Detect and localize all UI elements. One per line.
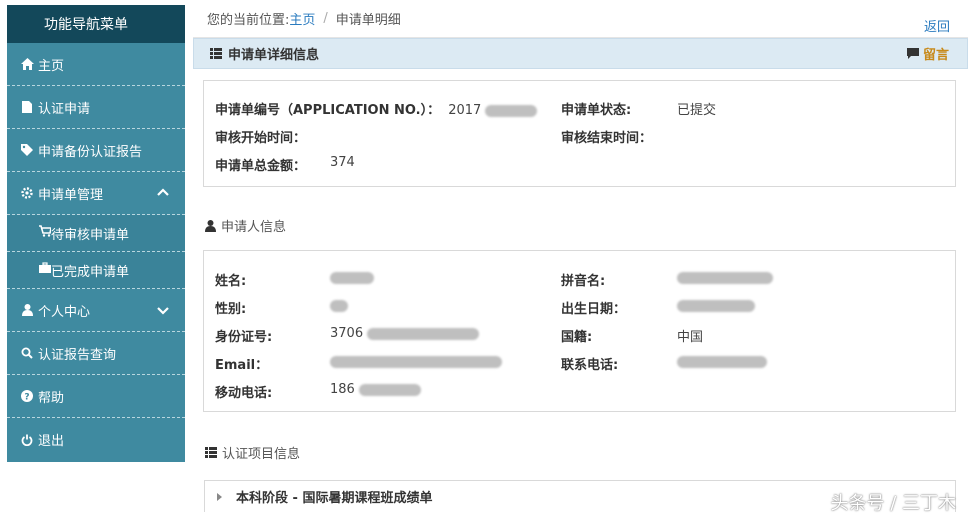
- nav-item-application-manage-label: 申请单管理: [38, 187, 104, 203]
- comment-icon: [906, 48, 919, 59]
- details-title: 申请单详细信息: [228, 48, 320, 63]
- cart-icon: [39, 225, 52, 241]
- nav-item-logout[interactable]: 退出: [7, 418, 185, 461]
- search-icon: [20, 346, 34, 360]
- message-label: 留言: [922, 48, 949, 63]
- pinyin-value-redacted: [677, 271, 773, 284]
- redacted-mask: [485, 104, 538, 117]
- breadcrumb: 您的当前位置: 主页 / 申请单明细 返回: [193, 0, 968, 38]
- details-title-bar: 申请单详细信息 留言: [193, 38, 968, 69]
- breadcrumb-separator: /: [323, 11, 328, 26]
- application-number-value: 2017: [448, 103, 482, 118]
- nav-item-backup-report[interactable]: 申请备份认证报告: [7, 129, 185, 172]
- nav-item-personal-center-label: 个人中心: [38, 304, 91, 320]
- nav-subitem-completed-label: 已完成申请单: [51, 264, 130, 280]
- tag-icon: [20, 143, 34, 157]
- nav-item-home[interactable]: 主页: [7, 43, 185, 86]
- nav-item-report-query[interactable]: 认证报告查询: [7, 332, 185, 375]
- nav-item-home-label: 主页: [38, 58, 65, 74]
- help-icon: ?: [20, 389, 34, 403]
- mobile-label: 移动电话:: [215, 386, 273, 401]
- review-end-label: 审核结束时间：: [561, 131, 653, 146]
- caret-right-icon: [217, 492, 222, 501]
- breadcrumb-prefix: 您的当前位置:: [207, 13, 290, 28]
- user-icon: [20, 303, 34, 317]
- breadcrumb-home-link[interactable]: 主页: [289, 9, 315, 28]
- chevron-up-icon[interactable]: [157, 187, 169, 199]
- redacted-mask: [367, 327, 480, 340]
- applicant-section-title: 申请人信息: [205, 216, 286, 235]
- nationality-label: 国籍:: [561, 330, 593, 345]
- phone-label: 联系电话:: [561, 358, 619, 373]
- id-number-value: 3706: [330, 326, 364, 341]
- application-info-panel: 申请单编号（APPLICATION NO.）： 2017 申请单状态: 已提交 …: [203, 80, 956, 187]
- sidebar-title: 功能导航菜单: [7, 5, 185, 43]
- home-icon: [20, 57, 34, 71]
- pinyin-label: 拼音名:: [561, 274, 606, 289]
- application-status-label: 申请单状态:: [561, 103, 632, 118]
- gear-icon: [20, 186, 34, 200]
- nav-item-personal-center[interactable]: 个人中心: [7, 289, 185, 332]
- list-icon: [205, 447, 217, 458]
- birth-date-value-redacted: [677, 299, 755, 312]
- list-icon: [210, 48, 222, 59]
- certification-item-label: 本科阶段 - 国际暑期课程班成绩单: [236, 491, 433, 506]
- gender-label: 性别:: [215, 302, 247, 317]
- nav-item-report-query-label: 认证报告查询: [38, 347, 117, 363]
- gender-value-redacted: [330, 299, 348, 312]
- mobile-value: 186: [330, 382, 355, 397]
- main-content: 您的当前位置: 主页 / 申请单明细 返回 申请单详细信息 留言 申请单编号（A…: [193, 0, 968, 521]
- user-icon: [205, 219, 216, 232]
- applicant-info-panel: 姓名: 拼音名: 性别: 出生日期： 身份证号: 3706 国籍: 中国 Ema…: [203, 250, 956, 412]
- nav-item-backup-report-label: 申请备份认证报告: [38, 144, 143, 160]
- nav-item-application-manage[interactable]: 申请单管理: [7, 172, 185, 215]
- breadcrumb-current: 申请单明细: [335, 13, 401, 28]
- nav-subitem-pending[interactable]: 待审核申请单: [7, 215, 185, 252]
- back-link[interactable]: 返回: [924, 16, 950, 35]
- nav-item-help[interactable]: ? 帮助: [7, 375, 185, 418]
- nav-item-certification-apply-label: 认证申请: [38, 101, 91, 117]
- total-amount-label: 申请单总金额：: [215, 159, 307, 174]
- nav-item-logout-label: 退出: [38, 434, 65, 449]
- sidebar: 功能导航菜单 主页 认证申请 申请备份认证报告 申请单管理 待审核申请单 已完成…: [7, 5, 185, 462]
- review-start-label: 审核开始时间：: [215, 131, 307, 146]
- certification-section-title: 认证项目信息: [205, 443, 300, 462]
- email-value-redacted: [330, 355, 502, 368]
- redacted-mask: [358, 383, 421, 396]
- application-status-value: 已提交: [677, 103, 717, 118]
- power-icon: [20, 433, 34, 447]
- watermark: 头条号 / 三丁木: [830, 493, 956, 514]
- name-value-redacted: [330, 271, 374, 284]
- message-button[interactable]: 留言: [906, 44, 949, 63]
- email-label: Email：: [215, 358, 269, 373]
- chevron-down-icon[interactable]: [157, 304, 169, 316]
- phone-value-redacted: [677, 355, 767, 368]
- nav-item-certification-apply[interactable]: 认证申请: [7, 86, 185, 129]
- nav-subitem-pending-label: 待审核申请单: [51, 227, 130, 243]
- svg-text:?: ?: [24, 393, 29, 403]
- nationality-value: 中国: [677, 330, 704, 345]
- briefcase-icon: [39, 262, 51, 278]
- nav-subitem-completed[interactable]: 已完成申请单: [7, 252, 185, 289]
- document-icon: [20, 100, 34, 114]
- nav-item-help-label: 帮助: [38, 390, 65, 406]
- id-number-label: 身份证号:: [215, 330, 273, 345]
- name-label: 姓名:: [215, 274, 247, 289]
- total-amount-value: 374: [330, 155, 355, 170]
- birth-date-label: 出生日期：: [561, 302, 627, 317]
- application-number-label: 申请单编号（APPLICATION NO.）：: [215, 103, 441, 118]
